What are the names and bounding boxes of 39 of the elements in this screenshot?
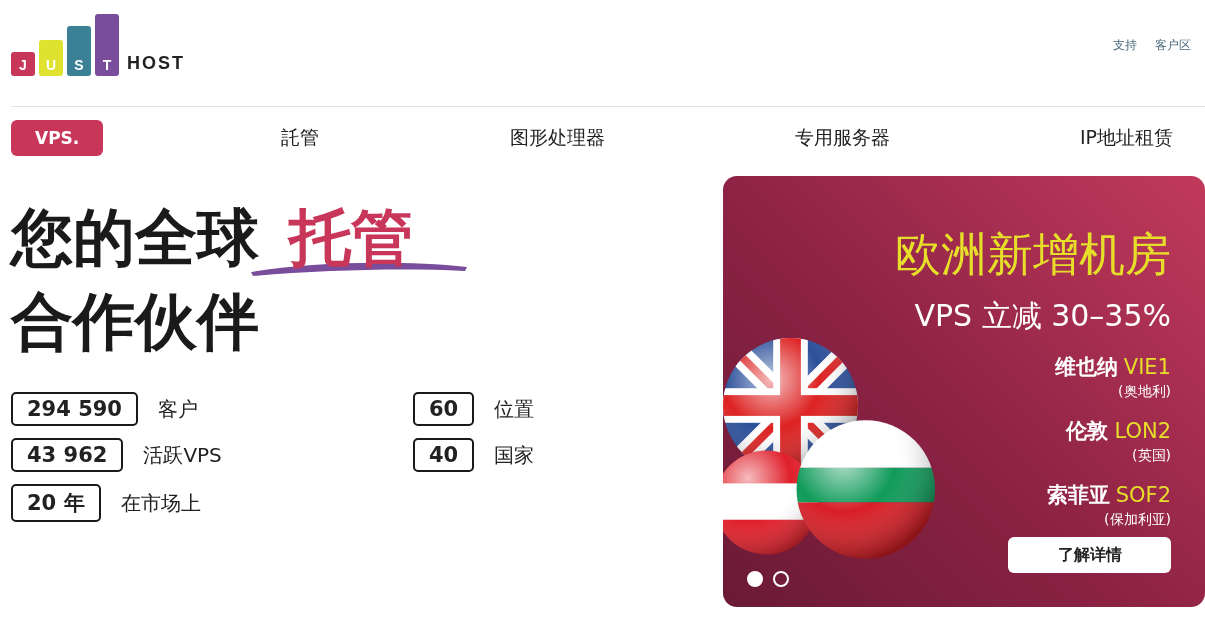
logo-letter-bar: T — [95, 14, 119, 76]
location-city: 维也纳 — [1054, 355, 1118, 379]
top-link[interactable]: 客户区 — [1155, 37, 1191, 54]
nav-tab[interactable]: 专用服务器 — [782, 118, 902, 158]
location-country: (保加利亚) — [1104, 511, 1171, 529]
location-code: SOF2 — [1115, 483, 1171, 507]
stat-label: 国家 — [494, 441, 535, 469]
logo-text: HOST — [127, 53, 185, 75]
hero-highlight-text: 托管 — [289, 201, 413, 274]
location-city: 索菲亚 — [1046, 483, 1110, 507]
nav-tab[interactable]: 图形处理器 — [497, 118, 617, 158]
nav-tab[interactable]: IP地址租赁 — [1067, 118, 1185, 158]
top-link[interactable]: 支持 — [1113, 37, 1137, 54]
stat-label: 客户 — [158, 395, 198, 423]
location-code: LON2 — [1114, 419, 1171, 443]
nav-tab[interactable]: VPS. — [11, 120, 104, 156]
banner-offer: VPS 立减 30–35% — [914, 297, 1171, 335]
learn-more-button[interactable]: 了解详情 — [1008, 537, 1171, 573]
location-city: 伦敦 — [1066, 419, 1109, 443]
stat-value-box: 60 — [413, 392, 475, 426]
logo-letter-bar: S — [67, 26, 91, 76]
hero-title-text: 合作伙伴 — [11, 284, 259, 360]
stat-label: 活跃VPS — [143, 441, 222, 469]
location-country: (英国) — [1132, 447, 1171, 465]
location-country: (奥地利) — [1118, 383, 1171, 401]
banner-headline: 欧洲新增机房 — [895, 226, 1171, 282]
stat-value-box: 20 年 — [11, 484, 101, 522]
stat-label: 位置 — [494, 395, 535, 423]
logo-letter-bar: J — [11, 52, 35, 76]
stat-value-box: 294 590 — [11, 392, 138, 426]
hero-title-text: 您的全球 — [11, 200, 259, 276]
location-code: VIE1 — [1123, 355, 1171, 379]
carousel-dot[interactable] — [773, 571, 789, 587]
stat-value-box: 43 962 — [11, 438, 124, 472]
stat-value-box: 40 — [413, 438, 475, 472]
nav-tab[interactable]: 託管 — [269, 118, 332, 158]
carousel-dot[interactable] — [747, 571, 763, 587]
stat-label: 在市场上 — [120, 489, 201, 517]
logo-letter-bar: U — [39, 40, 63, 76]
